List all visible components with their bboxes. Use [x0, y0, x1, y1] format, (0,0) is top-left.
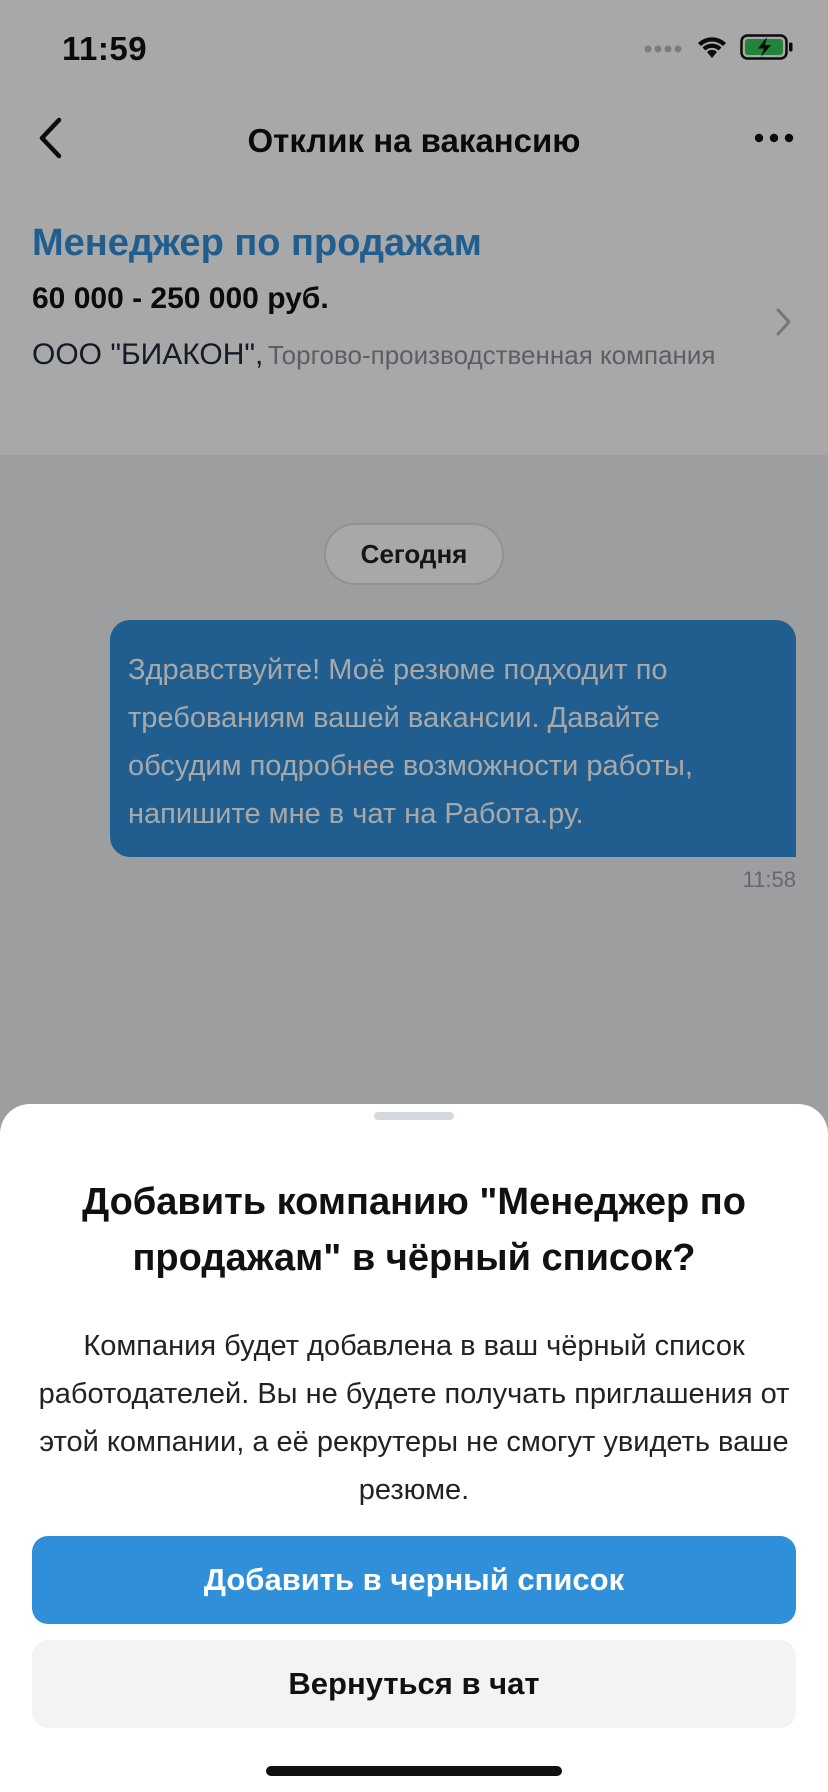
- add-to-blacklist-button[interactable]: Добавить в черный список: [32, 1536, 796, 1624]
- back-to-chat-button[interactable]: Вернуться в чат: [32, 1640, 796, 1728]
- blacklist-confirm-sheet: Добавить компанию "Менеджер по продажам"…: [0, 1104, 828, 1792]
- sheet-title: Добавить компанию "Менеджер по продажам"…: [82, 1181, 746, 1279]
- home-indicator: [266, 1766, 562, 1776]
- sheet-description: Компания будет добавлена в ваш чёрный сп…: [38, 1330, 790, 1506]
- sheet-grabber[interactable]: [374, 1112, 454, 1120]
